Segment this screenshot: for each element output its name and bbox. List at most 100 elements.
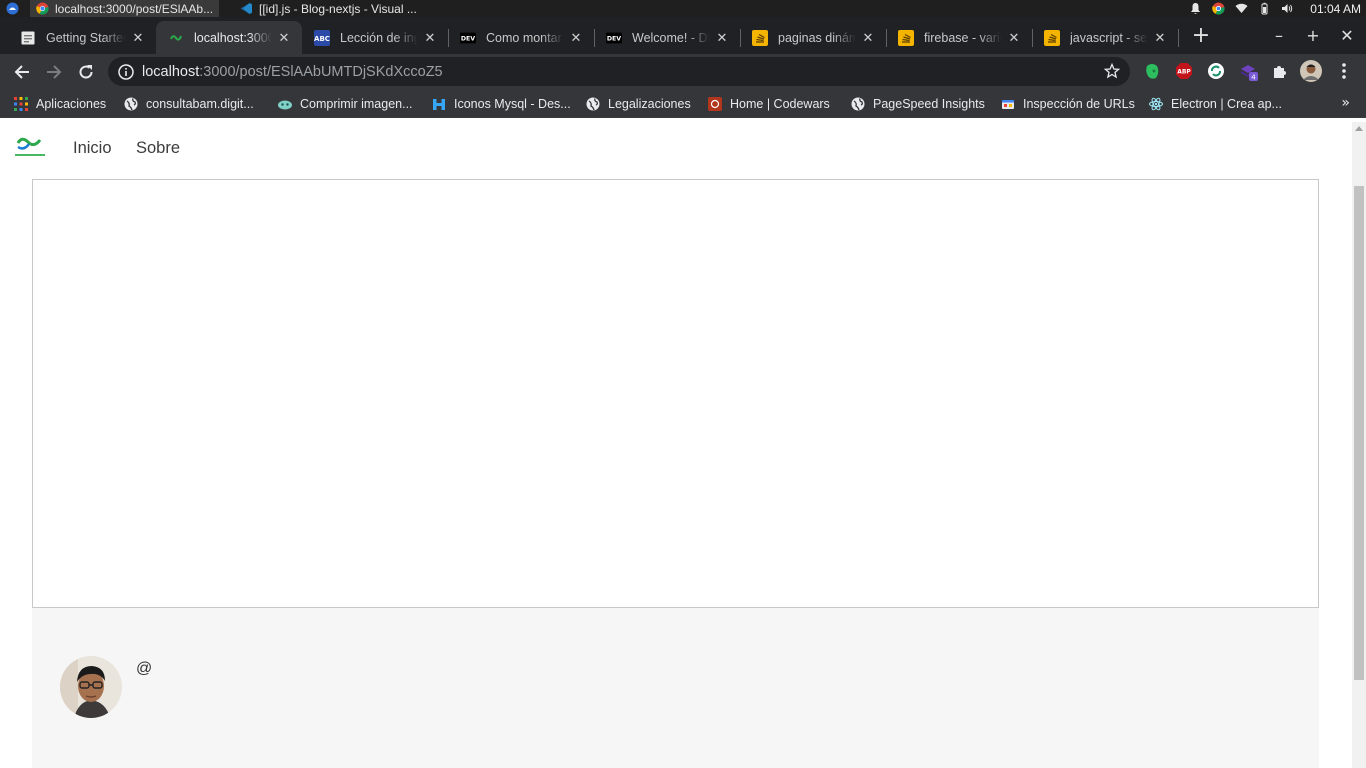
vscode-icon: [241, 3, 252, 14]
author-card: @: [32, 608, 1319, 768]
bookmark-star-icon[interactable]: [1104, 63, 1120, 79]
adblock-plus-extension-icon[interactable]: ABP: [1174, 61, 1194, 81]
bookmark-label: Home | Codewars: [730, 97, 830, 111]
back-arrow-icon: [14, 65, 29, 79]
maximize-button[interactable]: +: [1301, 25, 1325, 47]
tab-title: javascript - ser: [1070, 30, 1148, 45]
stackoverflow-favicon-icon: [1044, 29, 1060, 46]
chrome-menu-button[interactable]: [1334, 61, 1354, 81]
bookmark-electron[interactable]: Electron | Crea ap...: [1149, 93, 1282, 115]
close-tab-icon[interactable]: ✕: [130, 30, 146, 46]
bookmark-label: Aplicaciones: [36, 97, 107, 111]
tab-welcome-dev[interactable]: DEV Welcome! - DEV ✕: [594, 21, 740, 54]
tab-como-montar[interactable]: DEV Como montar ✕: [448, 21, 594, 54]
back-button[interactable]: [8, 58, 36, 86]
close-tab-icon[interactable]: ✕: [860, 30, 876, 46]
globe-icon: [851, 97, 865, 111]
chrome-icon: [36, 2, 49, 15]
profile-avatar-button[interactable]: [1300, 60, 1322, 82]
address-bar[interactable]: localhost:3000/post/ESlAAbUMTDjSKdXccoZ5: [108, 57, 1130, 86]
close-tab-icon[interactable]: ✕: [1006, 30, 1022, 46]
system-menu-icon[interactable]: [6, 2, 19, 15]
minimize-button[interactable]: –: [1267, 25, 1291, 47]
url-host: localhost: [142, 63, 200, 80]
page-scrollbar[interactable]: [1352, 122, 1366, 768]
extensions-puzzle-icon[interactable]: [1270, 61, 1290, 81]
globe-icon: [124, 97, 138, 111]
clock[interactable]: 01:04 AM: [1310, 2, 1361, 16]
volume-icon[interactable]: [1281, 2, 1294, 15]
notification-bell-icon[interactable]: [1189, 2, 1202, 15]
author-handle[interactable]: @: [136, 660, 152, 678]
dev-favicon-icon: DEV: [606, 30, 622, 46]
site-logo[interactable]: [12, 135, 48, 159]
svg-text:ABP: ABP: [1177, 69, 1191, 76]
tab-strip: Getting Started ✕ localhost:3000 ✕ ABC L…: [0, 17, 1366, 54]
tab-title: Getting Started: [46, 30, 126, 45]
tab-title: Como montar: [486, 30, 562, 45]
sync-extension-icon[interactable]: [1206, 61, 1226, 81]
tab-javascript[interactable]: javascript - ser ✕: [1032, 21, 1178, 54]
bookmark-legalizaciones[interactable]: Legalizaciones: [586, 93, 691, 115]
electron-icon: [1149, 97, 1163, 111]
bookmark-label: Iconos Mysql - Des...: [454, 97, 571, 111]
site-navbar: Inicio Sobre: [0, 122, 1352, 180]
apps-grid-icon: [14, 97, 28, 111]
nav-link-inicio[interactable]: Inicio: [73, 139, 112, 158]
svg-text:DEV: DEV: [461, 35, 475, 42]
close-tab-icon[interactable]: ✕: [1152, 30, 1168, 46]
bookmark-iconos-mysql[interactable]: Iconos Mysql - Des...: [432, 93, 571, 115]
bookmark-pagespeed[interactable]: PageSpeed Insights: [851, 93, 985, 115]
wifi-icon[interactable]: [1235, 2, 1248, 15]
tab-firebase-variables[interactable]: firebase - variables ✕: [886, 21, 1032, 54]
scrollbar-thumb[interactable]: [1354, 186, 1364, 680]
stackoverflow-favicon-icon: [898, 29, 914, 46]
forward-button[interactable]: [40, 58, 68, 86]
tab-title: firebase - variables: [924, 30, 1002, 45]
forward-arrow-icon: [47, 65, 62, 79]
dev-favicon-icon: DEV: [460, 30, 476, 46]
taskbar-item-chrome[interactable]: localhost:3000/post/ESlAAb...: [30, 0, 220, 17]
tab-localhost[interactable]: localhost:3000 ✕: [156, 21, 302, 54]
author-avatar[interactable]: [60, 656, 122, 718]
codewars-icon: [708, 97, 722, 111]
tab-separator: [1178, 29, 1179, 47]
taskbar-item-label: [[id].js - Blog-nextjs - Visual ...: [259, 1, 417, 16]
svg-text:ABC: ABC: [314, 35, 330, 43]
close-tab-icon[interactable]: ✕: [276, 30, 292, 46]
url-path: :3000/post/ESlAAbUMTDjSKdXccoZ5: [199, 63, 443, 80]
bookmark-inspeccion-urls[interactable]: Inspección de URLs: [1001, 93, 1135, 115]
reload-icon: [79, 65, 93, 79]
close-tab-icon[interactable]: ✕: [714, 30, 730, 46]
tab-getting-started[interactable]: Getting Started ✕: [8, 21, 156, 54]
close-tab-icon[interactable]: ✕: [422, 30, 438, 46]
search-console-icon: [1002, 100, 1014, 109]
site-info-icon[interactable]: [118, 63, 134, 80]
bookmark-comprimir-imagen[interactable]: Comprimir imagen...: [278, 93, 413, 115]
new-tab-button[interactable]: +: [1190, 25, 1212, 48]
taskbar-item-vscode[interactable]: [[id].js - Blog-nextjs - Visual ...: [234, 0, 423, 17]
bookmark-label: Electron | Crea ap...: [1171, 97, 1282, 111]
svg-text:DEV: DEV: [607, 35, 621, 42]
extension-badge: 4: [1251, 74, 1256, 82]
bookmark-label: Inspección de URLs: [1023, 97, 1135, 111]
scroll-up-arrow-icon[interactable]: [1355, 126, 1363, 131]
tab-paginas-dinamicas[interactable]: paginas dinámicas ✕: [740, 21, 886, 54]
close-window-button[interactable]: ✕: [1335, 25, 1359, 47]
reload-button[interactable]: [72, 58, 100, 86]
tab-leccion-ingles[interactable]: ABC Lección de inglés ✕: [302, 21, 448, 54]
nav-link-sobre[interactable]: Sobre: [136, 139, 180, 158]
close-tab-icon[interactable]: ✕: [568, 30, 584, 46]
bookmark-consultabam[interactable]: consultabam.digit...: [124, 93, 254, 115]
evernote-extension-icon[interactable]: [1142, 61, 1162, 81]
tab-title: localhost:3000: [194, 30, 272, 45]
bookmark-codewars[interactable]: Home | Codewars: [708, 93, 830, 115]
more-bookmarks-icon[interactable]: »: [1341, 95, 1350, 111]
bookmark-apps[interactable]: Aplicaciones: [14, 93, 106, 115]
browser-toolbar: localhost:3000/post/ESlAAbUMTDjSKdXccoZ5…: [0, 54, 1366, 89]
bookmark-label: Comprimir imagen...: [300, 97, 413, 111]
tab-title: Welcome! - DEV: [632, 30, 710, 45]
dev-tools-extension-icon[interactable]: 4: [1238, 61, 1258, 81]
battery-icon[interactable]: [1258, 2, 1271, 15]
chrome-tray-icon[interactable]: [1212, 2, 1225, 15]
